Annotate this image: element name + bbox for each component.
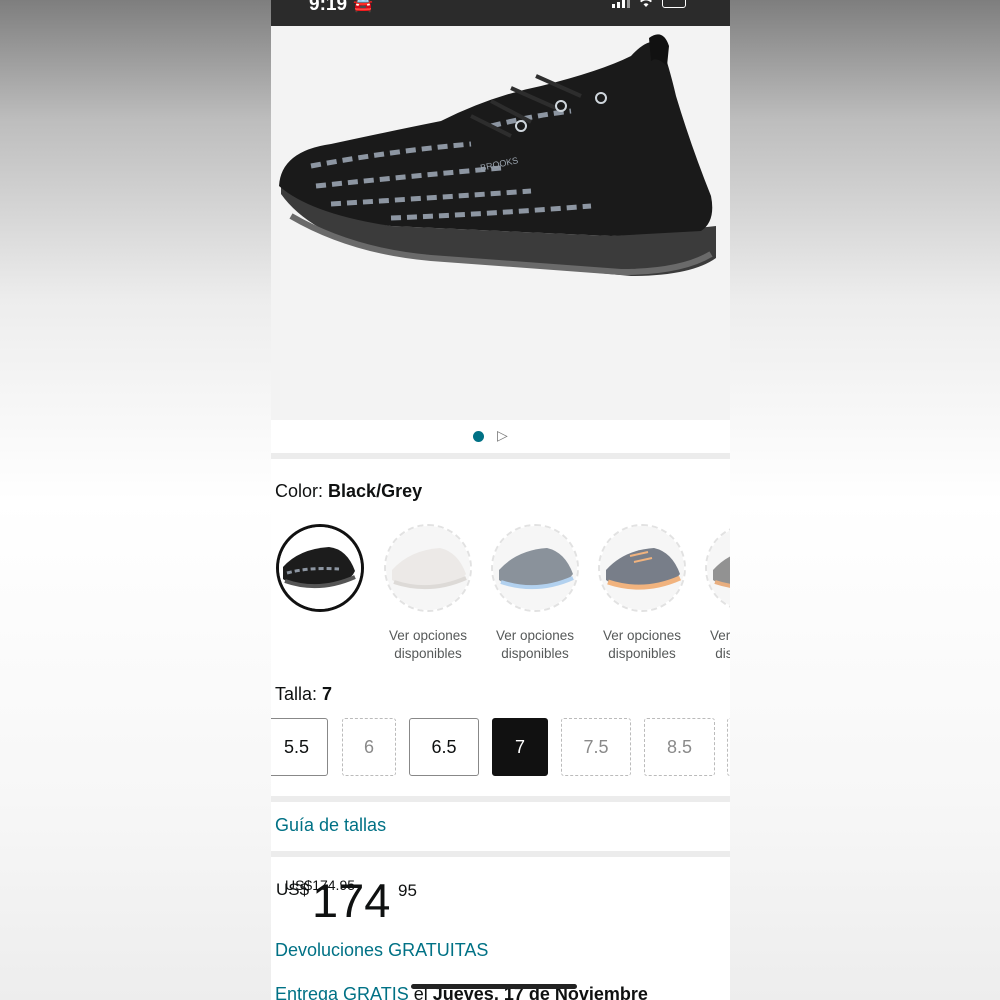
size-label: Talla: 7: [275, 684, 333, 704]
cellular-signal-icon: [612, 0, 630, 8]
swatch-image: [707, 526, 730, 610]
swatch-caption: Ver opciones disponibles: [388, 628, 468, 661]
swatch-image: [386, 526, 470, 610]
shoe-illustration: BROOKS: [271, 26, 730, 420]
play-triangle-icon[interactable]: ▷: [497, 427, 508, 444]
price-fraction: 95: [398, 881, 417, 900]
swatch-caption: Ver opciones disponibles: [709, 628, 730, 661]
pager-dot-active[interactable]: [473, 431, 484, 442]
size-option-6[interactable]: 6: [342, 718, 396, 776]
swatch-image: [279, 527, 361, 609]
battery-icon: [662, 0, 686, 8]
section-divider: [271, 851, 730, 857]
status-time: 9:19: [309, 0, 348, 15]
color-label: Color: Black/Grey: [275, 481, 423, 501]
size-guide-link[interactable]: Guía de tallas: [275, 815, 386, 836]
color-swatch-3[interactable]: [491, 524, 579, 612]
size-option-6-5[interactable]: 6.5: [409, 718, 479, 776]
price-whole: 174: [312, 874, 391, 927]
status-bar: 9:19 🚘: [271, 0, 730, 26]
product-image[interactable]: BROOKS: [271, 26, 730, 420]
size-option-more[interactable]: [727, 718, 730, 776]
free-delivery-link[interactable]: Entrega GRATIS: [275, 984, 409, 1000]
color-swatch-5[interactable]: [705, 524, 730, 612]
swatch-image: [600, 526, 684, 610]
section-divider: [271, 796, 730, 802]
phone-screen: 9:19 🚘 BROOKS ▷ Color: Black/Grey US$174…: [271, 0, 730, 1000]
color-swatch-4[interactable]: [598, 524, 686, 612]
size-option-8-5[interactable]: 8.5: [644, 718, 715, 776]
color-swatch-2[interactable]: [384, 524, 472, 612]
free-returns-link[interactable]: Devoluciones GRATUITAS: [275, 940, 488, 961]
size-option-7-5[interactable]: 7.5: [561, 718, 631, 776]
color-swatch-black-grey[interactable]: [276, 524, 364, 612]
section-divider: [271, 453, 730, 459]
price-currency: US$: [276, 880, 310, 899]
selected-color: Black/Grey: [328, 481, 423, 501]
home-indicator[interactable]: [411, 984, 577, 989]
swatch-image: [493, 526, 577, 610]
swatch-caption: Ver opciones disponibles: [602, 628, 682, 661]
size-option-7[interactable]: 7: [492, 718, 548, 776]
selected-size: 7: [322, 684, 333, 704]
car-icon: 🚘: [353, 0, 373, 13]
wifi-icon: [640, 0, 652, 7]
image-pager: ▷: [271, 420, 730, 453]
size-option-5-5[interactable]: 5.5: [271, 718, 328, 776]
swatch-caption: Ver opciones disponibles: [495, 628, 575, 661]
